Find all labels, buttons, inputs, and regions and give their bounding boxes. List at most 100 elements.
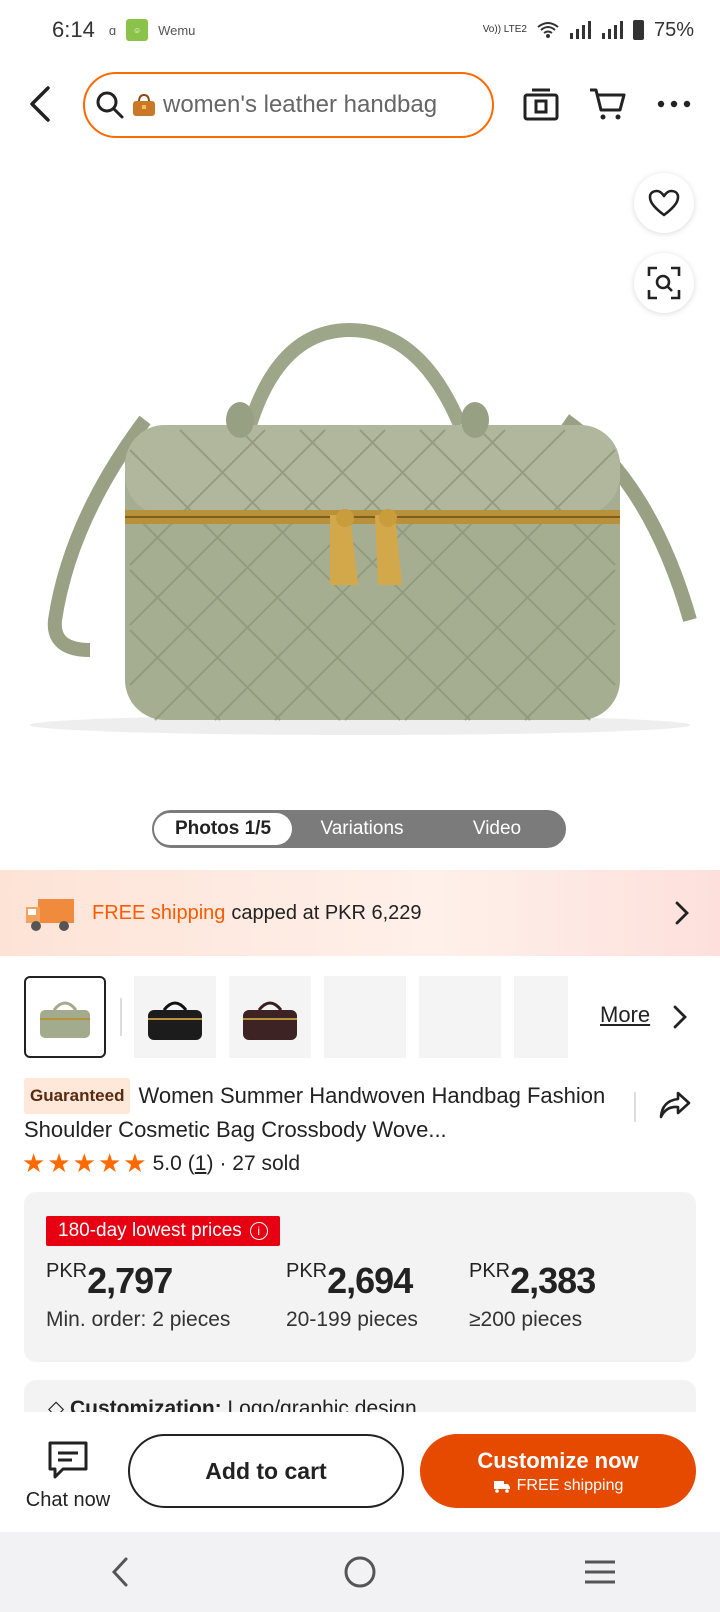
favorite-button[interactable] [634, 173, 694, 233]
variant-thumbnails: More [24, 976, 704, 1058]
chevron-right-icon [673, 1005, 687, 1029]
brown-bag-thumbnail [243, 1001, 297, 1040]
handbag-icon [133, 93, 155, 116]
thumbnail-brown[interactable] [229, 976, 311, 1058]
media-tabs: Photos 1/5 Variations Video [152, 810, 566, 848]
battery-icon [632, 20, 644, 40]
system-nav-bar [0, 1532, 720, 1612]
camera-search-button[interactable] [519, 82, 563, 126]
search-query: women's leather handbag [163, 91, 438, 118]
product-image [30, 322, 697, 735]
chevron-left-icon [30, 86, 50, 122]
rating-count[interactable]: 1 [195, 1152, 207, 1176]
lowest-price-label: 180-day lowest prices [58, 1220, 242, 1241]
star-icon: ★ [22, 1148, 46, 1178]
add-to-cart-button[interactable]: Add to cart [128, 1434, 404, 1508]
free-shipping-label: FREE shipping [92, 901, 226, 924]
price-condition: Min. order: 2 pieces [46, 1308, 231, 1331]
price-tier: PKR2,383 ≥200 pieces [469, 1260, 596, 1332]
alibaba-notification-icon: ɑ [108, 22, 117, 38]
free-shipping-banner[interactable]: FREE shipping capped at PKR 6,229 [0, 870, 720, 956]
star-icon: ★ [72, 1148, 96, 1178]
signal-icon-2 [601, 21, 623, 39]
price-amount: 2,694 [327, 1260, 413, 1301]
nav-back-button[interactable] [90, 1542, 150, 1602]
customize-shipping-note: FREE shipping [493, 1476, 624, 1495]
chat-icon [48, 1441, 88, 1479]
tab-variations[interactable]: Variations [292, 813, 432, 845]
star-icon: ★ [47, 1148, 71, 1178]
more-options-button[interactable] [652, 82, 696, 126]
price-amount: 2,797 [87, 1260, 173, 1301]
product-image-area[interactable]: Photos 1/5 Variations Video [0, 150, 720, 850]
sold-count: · 27 sold [219, 1151, 300, 1175]
status-bar: 6:14 ɑ ☺ Wemu Vo)) LTE2 75% [0, 0, 720, 60]
network-label: Vo)) LTE2 [482, 24, 527, 35]
image-search-button[interactable] [634, 253, 694, 313]
more-dots-icon [657, 100, 691, 108]
customize-now-button[interactable]: Customize now FREE shipping [420, 1434, 696, 1508]
rating-row[interactable]: ★ ★ ★ ★ ★ 5.0 (1) · 27 sold [22, 1148, 300, 1179]
nav-home-button[interactable] [330, 1542, 390, 1602]
price-condition: ≥200 pieces [469, 1308, 583, 1331]
thumbnail-4[interactable] [324, 976, 406, 1058]
back-button[interactable] [18, 82, 62, 126]
search-input[interactable]: women's leather handbag [83, 72, 494, 138]
green-bag-thumbnail [40, 1001, 90, 1038]
app-notification-icon: ☺ [126, 19, 149, 41]
star-icon: ★ [123, 1148, 147, 1178]
nav-recents-button[interactable] [570, 1542, 630, 1602]
search-icon [96, 91, 124, 119]
status-time: 6:14 [52, 17, 95, 42]
more-variants-link[interactable]: More [600, 1002, 650, 1028]
price-box: 180-day lowest prices i PKR2,797 Min. or… [24, 1192, 696, 1362]
customize-now-label: Customize now [477, 1447, 639, 1473]
thumbnail-6[interactable] [514, 976, 568, 1058]
chevron-right-icon [675, 901, 689, 925]
image-scan-icon [647, 266, 681, 300]
thumbnail-green[interactable] [24, 976, 106, 1058]
camera-icon [523, 88, 559, 121]
share-divider [634, 1092, 636, 1122]
cart-icon [590, 88, 626, 120]
bottom-action-bar: Chat now Add to cart Customize now FREE … [0, 1412, 720, 1532]
status-carrier-label: Wemu [158, 22, 196, 38]
price-tier: PKR2,797 Min. order: 2 pieces [46, 1260, 230, 1332]
info-icon: i [249, 1222, 268, 1240]
status-right: Vo)) LTE2 75% [483, 19, 694, 42]
star-icon: ★ [97, 1148, 122, 1178]
truck-icon [26, 899, 74, 931]
back-icon [111, 1557, 128, 1587]
shipping-cap-text: capped at PKR 6,229 [231, 901, 422, 924]
signal-icon [569, 21, 591, 39]
share-button[interactable] [658, 1090, 692, 1125]
thumbnail-black[interactable] [134, 976, 216, 1058]
thumbnail-5[interactable] [419, 976, 501, 1058]
lowest-price-tag[interactable]: 180-day lowest prices i [46, 1216, 280, 1246]
free-shipping-note: FREE shipping [516, 1476, 624, 1494]
guaranteed-badge: Guaranteed [24, 1078, 131, 1114]
truck-icon [493, 1480, 510, 1493]
price-condition: 20-199 pieces [286, 1308, 418, 1331]
tab-photos[interactable]: Photos 1/5 [154, 813, 292, 845]
product-title-block: Guaranteed Women Summer Handwoven Handbag… [24, 1078, 624, 1146]
share-icon [659, 1091, 691, 1119]
thumbnail-divider [120, 998, 122, 1036]
rating-value: 5.0 [152, 1151, 182, 1175]
price-currency: PKR [46, 1260, 88, 1282]
top-header: women's leather handbag [0, 68, 720, 144]
tab-video[interactable]: Video [432, 813, 562, 845]
home-icon [344, 1556, 376, 1588]
price-tier: PKR2,694 20-199 pieces [286, 1260, 418, 1332]
battery-percent: 75% [653, 18, 694, 41]
price-currency: PKR [469, 1260, 511, 1282]
heart-icon [648, 189, 680, 217]
chat-now-button[interactable]: Chat now [22, 1440, 114, 1512]
cart-button[interactable] [586, 82, 630, 126]
price-currency: PKR [286, 1260, 328, 1282]
black-bag-thumbnail [148, 1001, 202, 1040]
chat-now-label: Chat now [25, 1489, 111, 1511]
recents-icon [585, 1560, 615, 1584]
wifi-icon [537, 22, 559, 38]
price-amount: 2,383 [510, 1260, 596, 1301]
